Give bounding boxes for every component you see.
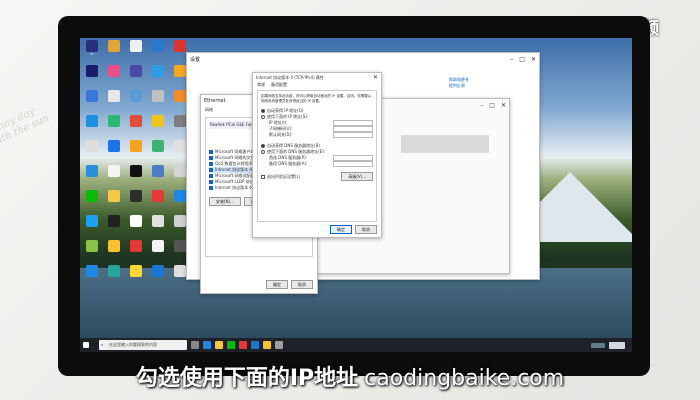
system-tray-icons[interactable] (591, 342, 605, 348)
desktop-icon[interactable] (104, 240, 124, 264)
settings-right-links: 帮助和更多 提供反馈 (449, 77, 469, 89)
desktop-icon[interactable] (82, 165, 102, 189)
desktop-icon[interactable] (148, 40, 168, 64)
desktop-icon[interactable] (148, 115, 168, 139)
validate-checkbox[interactable]: 退出时验证设置(L) (261, 174, 300, 180)
wechat-icon[interactable] (227, 341, 235, 349)
tab-alternate[interactable]: 备用配置 (271, 82, 287, 88)
settings-gear-icon[interactable] (275, 341, 283, 349)
taskbar-search-input[interactable]: ⌕ 在这里输入你要搜索的内容 (99, 340, 187, 350)
cancel-button[interactable]: 取消 (291, 280, 313, 289)
ipv4-properties-dialog: Internet 协议版本 4 (TCP/IPv4) 属性 ✕ 常规 备用配置 … (252, 72, 382, 238)
alternate-dns-field[interactable] (333, 161, 373, 167)
radio-dot-icon (261, 144, 265, 148)
radio-dot-icon (261, 150, 265, 154)
cancel-button[interactable]: 取消 (355, 225, 377, 234)
search-placeholder: 在这里输入你要搜索的内容 (109, 342, 157, 347)
desktop-icon[interactable] (148, 215, 168, 239)
desktop-icon[interactable] (82, 240, 102, 264)
ipv4-general-panel: 如果网络支持此功能，则可以获取自动指派的 IP 设置。否则，你需要从网络系统管理… (257, 90, 377, 222)
gateway-row: 默认网关(D): (261, 132, 373, 138)
ipv4-description: 如果网络支持此功能，则可以获取自动指派的 IP 设置。否则，你需要从网络系统管理… (261, 94, 372, 103)
desktop-icon[interactable] (126, 65, 146, 89)
ok-button[interactable]: 确定 (330, 225, 352, 234)
windows-start-icon[interactable] (83, 342, 89, 348)
desktop-icon[interactable] (104, 90, 124, 114)
dns2-label: 备用 DNS 服务器(A): (269, 161, 308, 166)
checkbox-icon (261, 174, 265, 179)
settings-titlebar: 设置 – □ ✕ (187, 53, 539, 65)
desktop-icon[interactable] (104, 140, 124, 164)
radio-dot-icon (261, 109, 265, 113)
desktop-icon[interactable] (148, 65, 168, 89)
desktop-icon[interactable] (148, 265, 168, 289)
ipv4-tabs: 常规 备用配置 (253, 82, 381, 88)
connection-tile[interactable] (401, 135, 489, 153)
desktop-icon[interactable] (126, 140, 146, 164)
close-button[interactable]: ✕ (531, 56, 536, 63)
maximize-button[interactable]: □ (519, 56, 525, 63)
desktop-icon[interactable]: Pr (82, 40, 102, 64)
desktop-icon[interactable] (126, 215, 146, 239)
close-button[interactable]: ✕ (373, 74, 378, 81)
desktop-icon[interactable] (104, 190, 124, 214)
desktop-icon[interactable] (126, 165, 146, 189)
close-button[interactable]: ✕ (501, 102, 506, 109)
app-icon[interactable] (239, 341, 247, 349)
desktop-icon[interactable] (82, 190, 102, 214)
file-explorer-icon[interactable] (215, 341, 223, 349)
caption-site: caodingbaike.com (364, 366, 565, 391)
desktop-icon[interactable] (126, 190, 146, 214)
desktop-icon[interactable] (126, 40, 146, 64)
desktop-icon[interactable] (82, 65, 102, 89)
gateway-field[interactable] (333, 132, 373, 138)
desktop-icon[interactable] (82, 115, 102, 139)
search-icon: ⌕ (101, 342, 104, 347)
desktop-icon[interactable] (148, 190, 168, 214)
desktop-icon[interactable] (82, 140, 102, 164)
task-view-icon[interactable] (191, 341, 199, 349)
desktop-icon[interactable] (148, 90, 168, 114)
desktop-icon[interactable] (148, 165, 168, 189)
subtitle-caption: 勾选使用下面的IP地址 caodingbaike.com (0, 360, 700, 392)
clock[interactable] (609, 341, 625, 349)
ok-button[interactable]: 确定 (266, 280, 288, 289)
desktop-icon[interactable] (104, 65, 124, 89)
ipv4-titlebar: Internet 协议版本 4 (TCP/IPv4) 属性 ✕ (253, 73, 381, 82)
desktop-icon[interactable] (148, 240, 168, 264)
desktop-icon[interactable] (82, 215, 102, 239)
gateway-label: 默认网关(D): (269, 132, 293, 137)
minimize-button[interactable]: – (480, 102, 483, 109)
maximize-button[interactable]: □ (489, 102, 495, 109)
desktop-icon[interactable] (82, 265, 102, 289)
settings-title: 设置 (190, 56, 201, 63)
edge-browser-icon[interactable] (203, 341, 211, 349)
app-icon[interactable] (263, 341, 271, 349)
app-icon[interactable] (251, 341, 259, 349)
taskbar: ⌕ 在这里输入你要搜索的内容 (80, 338, 632, 352)
desktop-icon[interactable] (126, 240, 146, 264)
advanced-button[interactable]: 高级(V)... (341, 172, 373, 181)
desktop-icon[interactable] (126, 265, 146, 289)
desktop-icon[interactable] (104, 265, 124, 289)
minimize-button[interactable]: – (510, 56, 513, 63)
tab-general[interactable]: 常规 (257, 82, 265, 88)
desktop-icon-grid: Pr (82, 40, 192, 330)
ethernet-title: Ethernet (204, 98, 226, 104)
dns2-row: 备用 DNS 服务器(A): (261, 161, 373, 167)
caption-main: 勾选使用下面的IP地址 (135, 366, 359, 391)
desktop-icon[interactable] (104, 115, 124, 139)
desktop-icon[interactable] (104, 40, 124, 64)
ipv4-title: Internet 协议版本 4 (TCP/IPv4) 属性 (256, 74, 324, 80)
feedback-link[interactable]: 提供反馈 (449, 83, 469, 89)
radio-dot-icon (261, 115, 265, 119)
install-button[interactable]: 安装(N)... (209, 197, 241, 206)
desktop-icon[interactable] (104, 215, 124, 239)
desktop-icon[interactable] (126, 115, 146, 139)
desktop-icon[interactable] (104, 165, 124, 189)
desktop-screen: Pr 设置 – □ ✕ 帮助和更多 提供反馈 – □ ✕ Ethernet 网络… (80, 38, 632, 352)
desktop-icon[interactable] (82, 90, 102, 114)
desktop-icon[interactable] (126, 90, 146, 114)
desktop-icon[interactable] (148, 140, 168, 164)
